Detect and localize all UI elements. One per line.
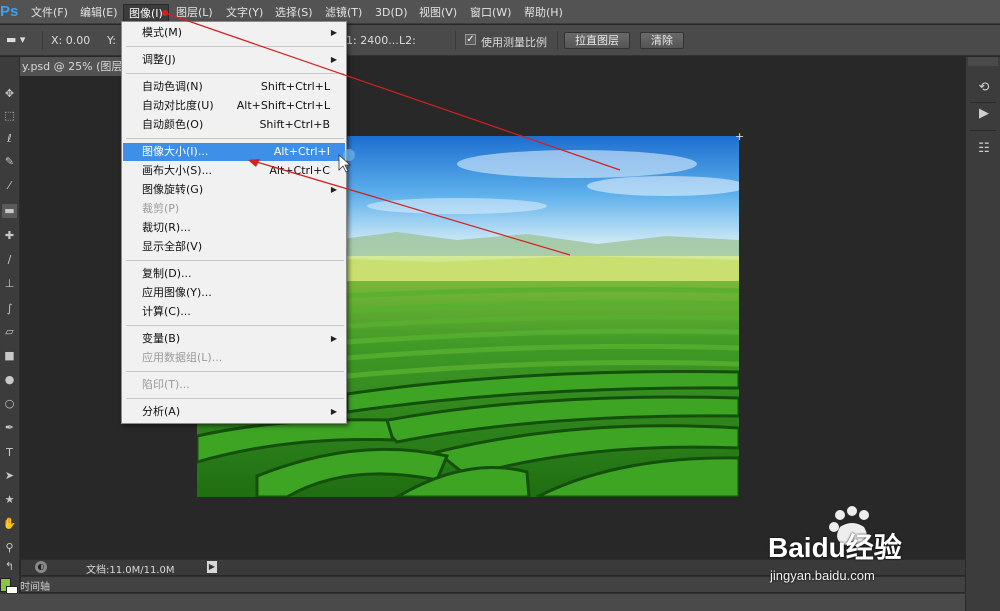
watermark-brand-text: Baidu经验 <box>768 532 902 563</box>
annotation-arrow-line <box>164 12 621 171</box>
zoom-status-icon[interactable]: ◐ <box>35 561 47 573</box>
history-panel-icon[interactable]: ⟲ <box>976 80 992 96</box>
panel-collapse-tab[interactable] <box>968 57 998 66</box>
actions-panel-icon[interactable]: ▶ <box>976 106 992 122</box>
panel-separator <box>970 102 996 103</box>
panel-separator <box>970 130 996 131</box>
watermark-url: jingyan.baidu.com <box>770 568 875 583</box>
annotation-arrow-head <box>162 10 168 16</box>
cursor-busy-icon <box>343 149 355 161</box>
photoshop-window: Ps 文件(F) 编辑(E) 图像(I) 图层(L) 文字(Y) 选择(S) 滤… <box>0 0 1000 611</box>
timeline-label[interactable]: 时间轴 <box>20 578 50 593</box>
document-size-status: 文档:11.0M/11.0M <box>86 565 175 576</box>
properties-panel-icon[interactable]: ☷ <box>976 141 992 157</box>
annotation-arrow-line <box>249 159 571 256</box>
bottom-panel-strip <box>0 593 965 611</box>
status-menu-arrow-icon[interactable]: ▶ <box>207 561 217 573</box>
